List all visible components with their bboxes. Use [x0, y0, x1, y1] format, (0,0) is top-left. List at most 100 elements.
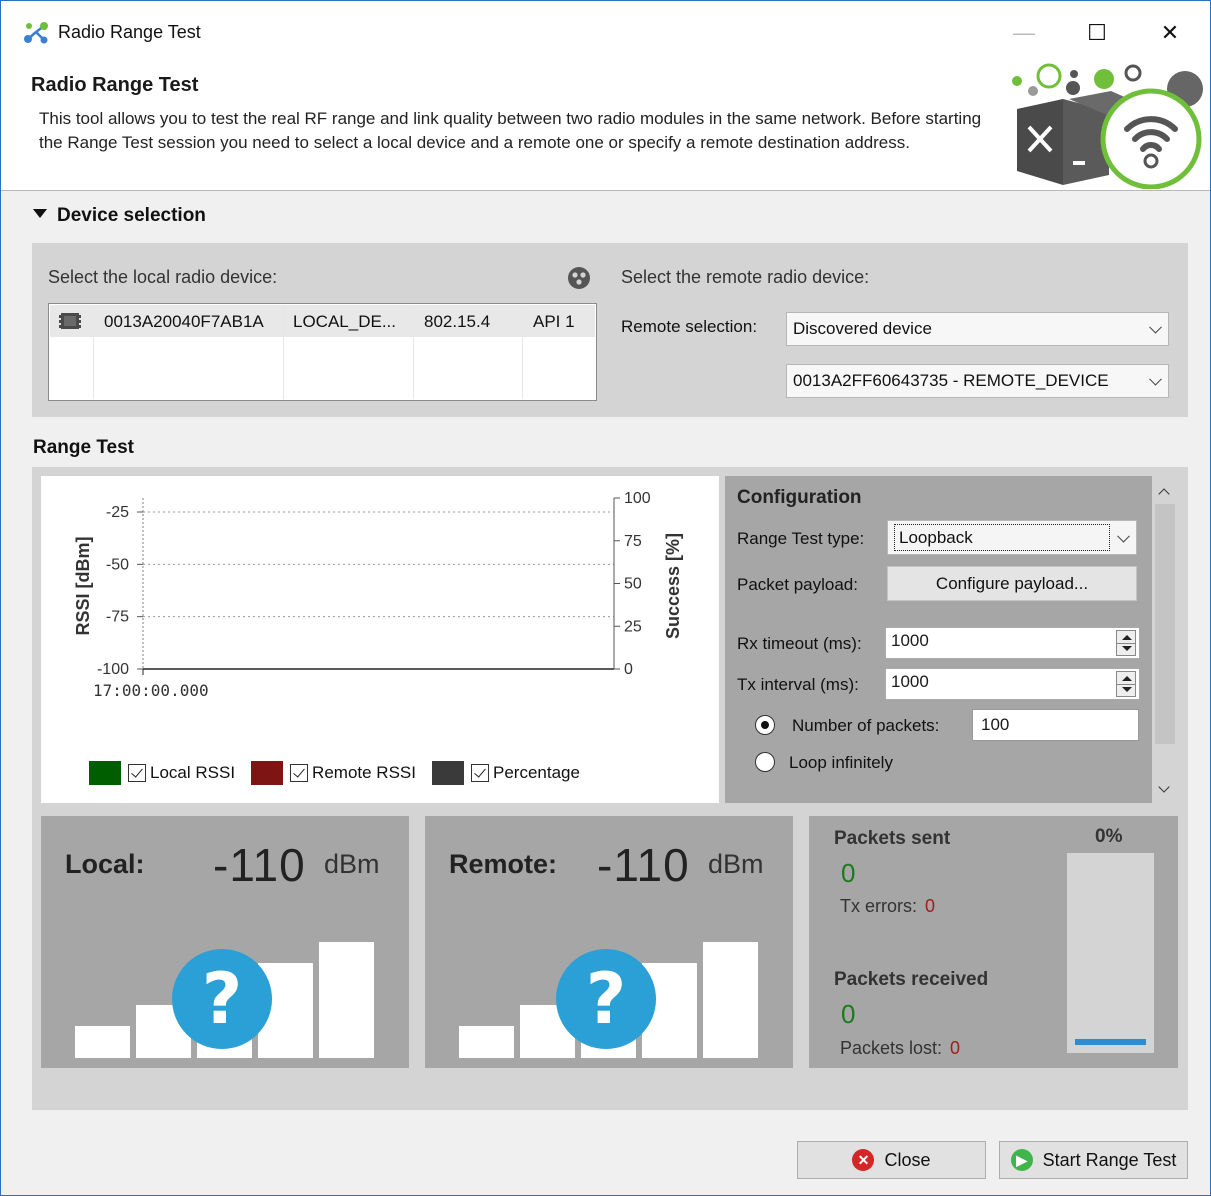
collapse-triangle-icon	[33, 209, 47, 219]
device-selection-toggle[interactable]: Device selection	[33, 205, 206, 227]
configuration-scrollbar[interactable]	[1152, 476, 1178, 803]
chevron-down-icon[interactable]	[1158, 781, 1170, 793]
remote-signal-unit: dBm	[708, 849, 764, 879]
chevron-up-icon[interactable]	[1158, 488, 1170, 500]
legend-swatch	[431, 761, 464, 785]
checkbox-checked-icon[interactable]	[470, 764, 489, 782]
packets-received-label: Packets received	[834, 969, 989, 990]
spinner-arrows-icon[interactable]	[1116, 630, 1136, 656]
y2-tick-label: 25	[624, 618, 642, 635]
discover-devices-icon[interactable]	[566, 265, 592, 291]
local-signal-panel: Local: -110 dBm ?	[41, 816, 409, 1068]
page-title: Radio Range Test	[31, 74, 199, 96]
packet-payload-label: Packet payload:	[737, 575, 858, 594]
play-icon: ▶	[1010, 1149, 1033, 1171]
local-device-name: LOCAL_DE...	[293, 312, 396, 331]
packets-sent-value: 0	[841, 858, 856, 888]
radio-module-icon	[59, 313, 81, 329]
y-tick-label: -25	[106, 504, 129, 521]
packets-sent-label: Packets sent	[834, 828, 951, 849]
spinner-arrows-icon[interactable]	[1116, 671, 1136, 697]
legend-local-rssi[interactable]: Local RSSI	[89, 761, 235, 785]
maximize-button[interactable]: ☐	[1074, 15, 1120, 51]
y-tick-label: -50	[106, 556, 129, 573]
tx-errors-label: Tx errors:	[840, 896, 918, 916]
chart-legend: Local RSSI Remote RSSI Percentage	[89, 761, 596, 785]
remote-device-value: 0013A2FF60643735 - REMOTE_DEVICE	[793, 371, 1109, 390]
legend-label: Local RSSI	[150, 763, 236, 782]
configuration-title: Configuration	[737, 487, 862, 508]
window-title: Radio Range Test	[58, 22, 201, 42]
range-test-window: Radio Range Test — ☐ ✕ Radio Range Test …	[0, 0, 1211, 1196]
y-tick-label: -100	[97, 661, 129, 678]
close-button[interactable]: ✕ Close	[797, 1141, 986, 1179]
range-test-type-value: Loopback	[899, 527, 973, 547]
remote-signal-label: Remote:	[449, 849, 558, 879]
legend-swatch	[89, 761, 121, 785]
packets-lost: Packets lost: 0	[840, 1038, 960, 1059]
configure-payload-button[interactable]: Configure payload...	[887, 566, 1137, 601]
y-axis-title: RSSI [dBm]	[73, 537, 93, 636]
configuration-panel: Configuration Range Test type: Loopback …	[725, 476, 1178, 803]
packets-lost-value: 0	[950, 1038, 961, 1058]
range-test-type-dropdown[interactable]: Loopback	[887, 520, 1137, 555]
remote-selection-dropdown[interactable]: Discovered device	[786, 312, 1169, 346]
range-test-panel: -25 -50 -75 -100 17:00:00.000 100 75 50 25 0 RSSI …	[32, 467, 1188, 1110]
chevron-down-icon	[1149, 320, 1162, 334]
number-of-packets-input[interactable]: 100	[972, 709, 1139, 741]
packets-lost-label: Packets lost:	[840, 1038, 943, 1058]
x-tick-label: 17:00:00.000	[93, 681, 209, 700]
legend-percentage[interactable]: Percentage	[431, 761, 580, 785]
local-signal-label: Local:	[65, 849, 145, 879]
title-bar: Radio Range Test — ☐ ✕	[1, 1, 1210, 63]
start-range-test-label: Start Range Test	[1042, 1149, 1177, 1170]
number-of-packets-radio[interactable]	[755, 715, 775, 735]
start-range-test-button[interactable]: ▶ Start Range Test	[999, 1141, 1188, 1179]
unknown-signal-icon: ?	[172, 949, 272, 1049]
chevron-down-icon	[1117, 529, 1130, 543]
close-window-button[interactable]: ✕	[1147, 15, 1193, 51]
legend-remote-rssi[interactable]: Remote RSSI	[251, 761, 416, 785]
legend-swatch	[251, 761, 284, 785]
local-device-mode: API 1	[533, 312, 575, 331]
checkbox-checked-icon[interactable]	[290, 764, 309, 782]
tx-interval-spinner[interactable]: 1000	[885, 668, 1140, 700]
close-button-label: Close	[884, 1149, 931, 1170]
loop-infinitely-label: Loop infinitely	[789, 753, 893, 772]
chevron-down-icon	[1149, 372, 1162, 386]
remote-device-label: Select the remote radio device:	[621, 267, 870, 287]
tx-errors: Tx errors: 0	[840, 896, 935, 917]
loop-infinitely-radio[interactable]	[755, 752, 775, 772]
close-circle-icon: ✕	[852, 1149, 875, 1171]
remote-device-dropdown[interactable]: 0013A2FF60643735 - REMOTE_DEVICE	[786, 364, 1169, 398]
y2-tick-label: 75	[624, 533, 642, 550]
local-device-table[interactable]: 0013A20040F7AB1A LOCAL_DE... 802.15.4 AP…	[48, 303, 597, 401]
number-of-packets-label: Number of packets:	[792, 716, 940, 735]
minimize-button[interactable]: —	[1001, 15, 1047, 51]
unknown-signal-icon: ?	[556, 949, 656, 1049]
local-signal-value: -110	[213, 839, 306, 891]
y2-axis-title: Success [%]	[663, 533, 683, 639]
y2-tick-label: 50	[624, 576, 642, 593]
y2-tick-label: 100	[624, 490, 651, 507]
success-progress-bar	[1067, 853, 1154, 1053]
packets-panel: Packets sent 0 Tx errors: 0 Packets recei…	[809, 816, 1178, 1068]
rx-timeout-label: Rx timeout (ms):	[737, 634, 862, 653]
footer: ✕ Close ▶ Start Range Test	[1, 1121, 1210, 1195]
success-progress-fill	[1075, 1039, 1146, 1045]
checkbox-checked-icon[interactable]	[128, 764, 146, 782]
header-banner: Radio Range Test This tool allows you to…	[1, 63, 1210, 191]
scrollbar-thumb[interactable]	[1155, 504, 1175, 744]
device-selection-title: Device selection	[57, 205, 206, 226]
rssi-chart: -25 -50 -75 -100 17:00:00.000 100 75 50 25 0 RSSI …	[41, 476, 719, 803]
rx-timeout-value: 1000	[891, 631, 929, 650]
success-percent-label: 0%	[1095, 826, 1123, 847]
packets-received-value: 0	[841, 999, 856, 1029]
local-device-label: Select the local radio device:	[48, 267, 278, 287]
range-test-logo-icon	[1012, 63, 1203, 189]
range-test-type-label: Range Test type:	[737, 529, 865, 548]
device-selection-panel: Select the local radio device: 0013A2004…	[32, 243, 1188, 417]
rx-timeout-spinner[interactable]: 1000	[885, 627, 1140, 659]
legend-label: Remote RSSI	[312, 763, 416, 782]
tx-interval-label: Tx interval (ms):	[737, 675, 859, 694]
